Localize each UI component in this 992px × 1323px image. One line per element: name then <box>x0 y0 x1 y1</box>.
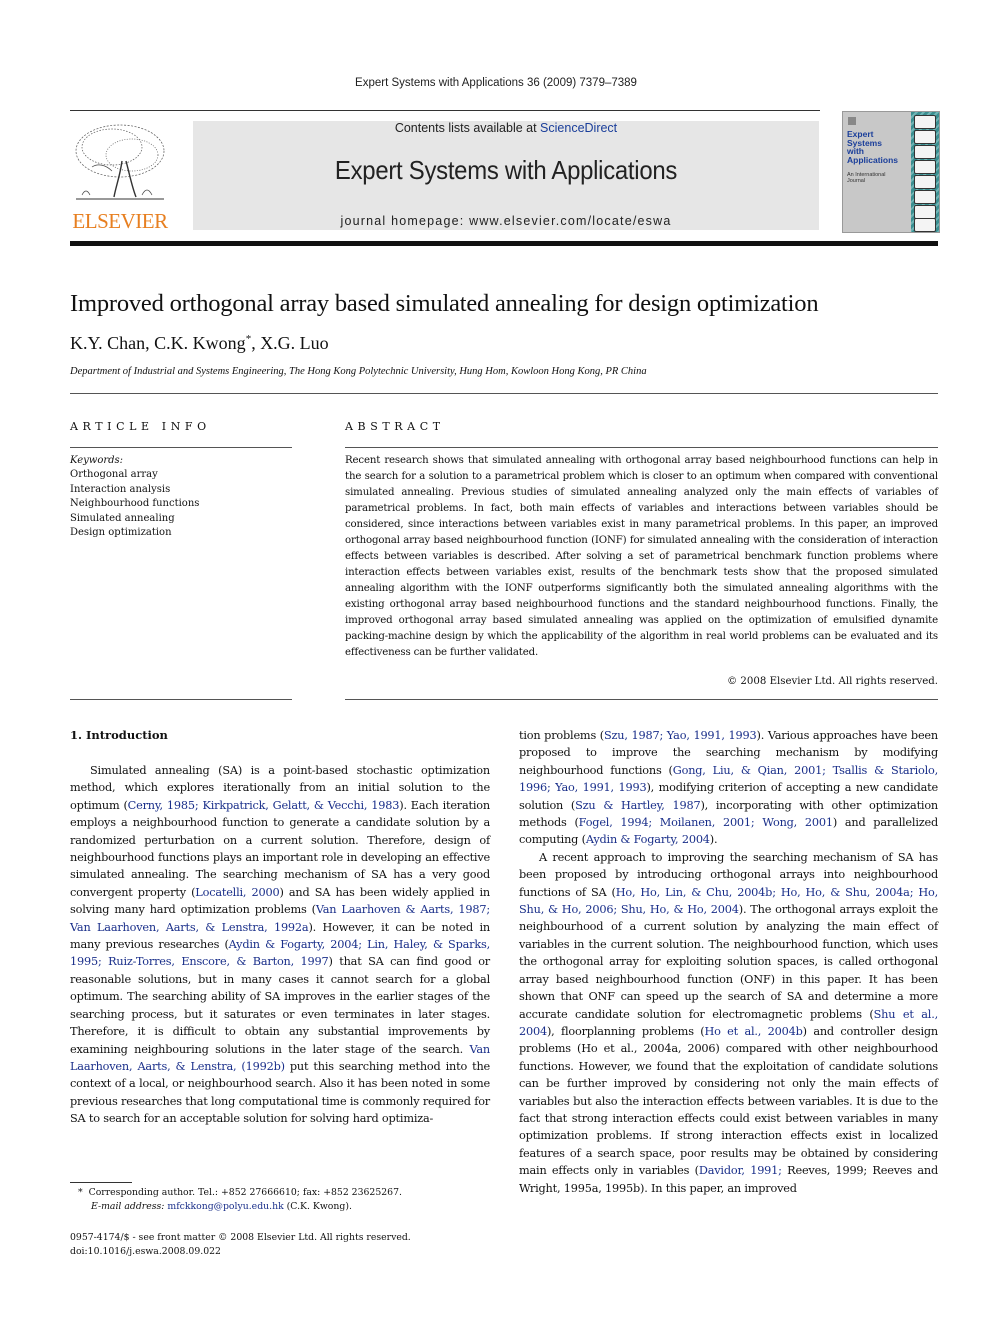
issn-line: 0957-4174/$ - see front matter © 2008 El… <box>70 1232 411 1243</box>
cover-side-strip <box>911 112 939 232</box>
citation-link[interactable]: Cerny, 1985; Kirkpatrick, Gelatt, & Vecc… <box>128 799 400 812</box>
article-info-heading: ARTICLE INFO <box>70 420 211 433</box>
sciencedirect-link[interactable]: ScienceDirect <box>540 121 617 135</box>
body-column-right: tion problems (Szu, 1987; Yao, 1991, 199… <box>519 727 938 1197</box>
authors-text: K.Y. Chan, C.K. Kwong <box>70 333 246 353</box>
citation-link[interactable]: Locatelli, 2000 <box>195 886 279 899</box>
running-head: Expert Systems with Applications 36 (200… <box>355 77 637 89</box>
cover-scales-icon <box>914 160 936 174</box>
journal-homepage: journal homepage: www.elsevier.com/locat… <box>193 214 819 228</box>
paragraph: tion problems (Szu, 1987; Yao, 1991, 199… <box>519 727 938 849</box>
body-text: ). <box>709 833 718 847</box>
keyword-item: Neighbourhood functions <box>70 498 200 510</box>
keyword-item: Simulated annealing <box>70 512 175 524</box>
email-label: E-mail address: <box>91 1201 165 1212</box>
cover-subtitle: An International Journal <box>847 172 886 184</box>
citation-link[interactable]: Fogel, 1994; Moilanen, 2001; Wong, 2001 <box>579 816 833 829</box>
doi-link[interactable]: doi:10.1016/j.eswa.2008.09.022 <box>70 1245 411 1259</box>
body-column-left: Simulated annealing (SA) is a point-base… <box>70 762 490 1128</box>
citation-link[interactable]: Aydin & Fogarty, 2004 <box>586 833 710 846</box>
abstract-copyright: © 2008 Elsevier Ltd. All rights reserved… <box>726 676 938 687</box>
author-list: K.Y. Chan, C.K. Kwong*, X.G. Luo <box>70 333 329 354</box>
citation-link[interactable]: Davidor, 1991; <box>699 1164 782 1177</box>
issn-block: 0957-4174/$ - see front matter © 2008 El… <box>70 1231 411 1259</box>
front-matter-rule <box>70 393 938 394</box>
authors-text-end: , X.G. Luo <box>251 333 329 353</box>
journal-banner: Contents lists available at ScienceDirec… <box>193 121 819 230</box>
contents-line: Contents lists available at ScienceDirec… <box>193 121 819 135</box>
cover-title: Expert Systems with Applications <box>847 129 899 165</box>
body-text: ). The orthogonal arrays exploit the nei… <box>519 903 938 1021</box>
keyword-item: Design optimization <box>70 527 172 539</box>
article-info-rule <box>70 447 292 448</box>
citation-link[interactable]: Szu, 1987; Yao, 1991, 1993 <box>604 729 757 742</box>
email-owner: (C.K. Kwong). <box>283 1201 352 1212</box>
abstract-rule <box>345 447 938 448</box>
cover-globe-icon <box>914 130 936 144</box>
homepage-link[interactable]: www.elsevier.com/locate/eswa <box>469 214 671 228</box>
elsevier-tree-icon <box>75 124 165 200</box>
paragraph: A recent approach to improving the searc… <box>519 849 938 1197</box>
contents-prefix: Contents lists available at <box>394 121 541 135</box>
keyword-item: Interaction analysis <box>70 483 171 495</box>
email-link[interactable]: mfckkong@polyu.edu.hk <box>167 1201 283 1212</box>
journal-cover-thumbnail[interactable]: Expert Systems with Applications An Inte… <box>842 111 940 233</box>
cover-caduceus-icon <box>914 218 936 232</box>
publisher-name: ELSEVIER <box>72 209 168 233</box>
citation-link[interactable]: Szu & Hartley, 1987 <box>575 799 701 812</box>
footnote-mark: * <box>78 1187 83 1198</box>
body-text: ) and controller design problems (Ho et … <box>519 1024 938 1178</box>
body-text: ) that SA can find good or reasonable so… <box>70 955 490 1056</box>
header-rule <box>70 110 820 111</box>
section-heading-introduction: 1. Introduction <box>70 728 168 742</box>
cover-hand-icon <box>914 190 936 204</box>
abstract-heading: ABSTRACT <box>345 420 445 433</box>
footnote: * Corresponding author. Tel.: +852 27666… <box>78 1186 402 1214</box>
article-info-bottom-rule <box>70 699 292 700</box>
cover-flask-icon <box>914 205 936 219</box>
keyword-item: Orthogonal array <box>70 469 158 481</box>
abstract-text: Recent research shows that simulated ann… <box>345 455 938 658</box>
body-text: tion problems ( <box>519 729 604 742</box>
body-text: ). Each iteration employs a neighbourhoo… <box>70 798 490 899</box>
footnote-contact: Corresponding author. Tel.: +852 2766661… <box>88 1187 402 1198</box>
affiliation: Department of Industrial and Systems Eng… <box>70 366 647 377</box>
cover-steering-icon <box>914 115 936 129</box>
body-text: ), floorplanning problems ( <box>546 1024 705 1038</box>
abstract-bottom-rule <box>345 699 938 700</box>
paragraph: Simulated annealing (SA) is a point-base… <box>70 762 490 1128</box>
homepage-label: journal homepage: <box>340 214 470 228</box>
cover-publisher-icon <box>848 117 856 125</box>
keywords-label: Keywords: <box>70 455 124 466</box>
article-title: Improved orthogonal array based simulate… <box>70 290 819 317</box>
citation-link[interactable]: Ho et al., 2004b <box>704 1025 802 1038</box>
journal-title: Expert Systems with Applications <box>334 155 678 185</box>
cover-barchart-icon <box>914 145 936 159</box>
footnote-rule <box>70 1182 132 1183</box>
cover-microscope-icon <box>914 175 936 189</box>
header-thick-rule <box>70 241 938 246</box>
publisher-logo[interactable]: ELSEVIER <box>70 121 170 233</box>
keywords-block: Keywords: Orthogonal array Interaction a… <box>70 454 199 540</box>
